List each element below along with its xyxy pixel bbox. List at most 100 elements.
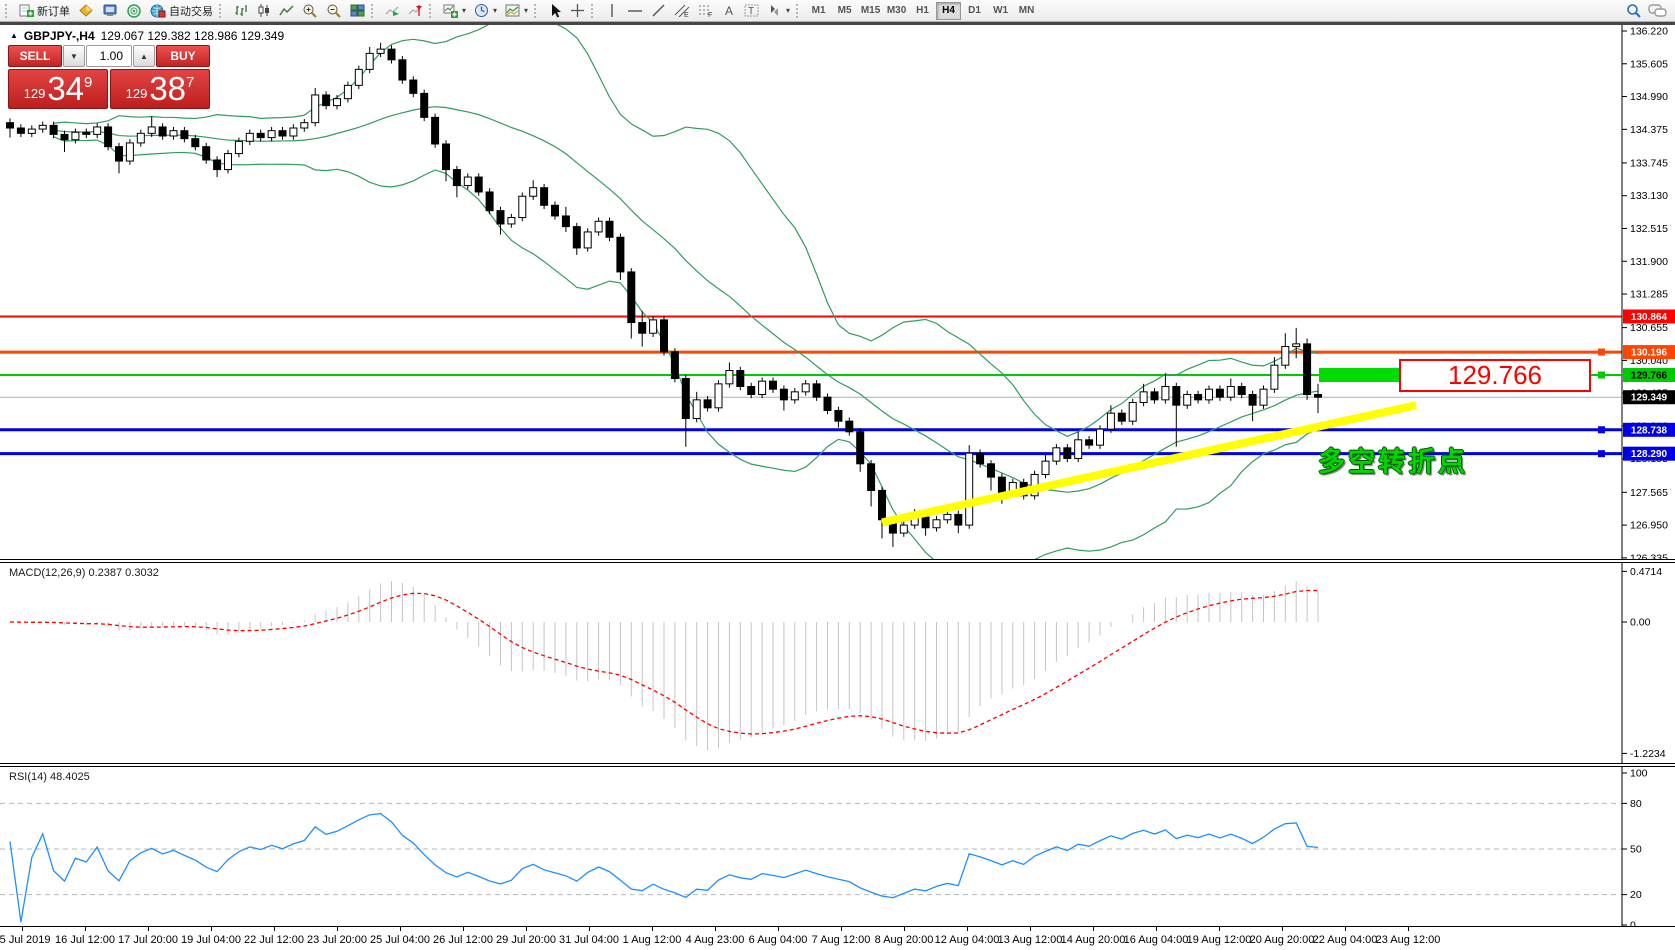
rsi-panel[interactable]: 1008050200: [0, 767, 1675, 926]
time-label: 23 Jul 20:00: [307, 934, 367, 946]
crosshair-button[interactable]: [566, 1, 589, 21]
arrows-button[interactable]: ▾: [763, 1, 794, 21]
tab-timeframe-m5[interactable]: M5: [832, 2, 857, 20]
buy-button[interactable]: BUY: [156, 45, 210, 67]
chevron-down-icon: ▾: [493, 6, 497, 15]
tab-timeframe-h4[interactable]: H4: [936, 2, 961, 20]
svg-text:136.220: 136.220: [1630, 26, 1668, 38]
time-label: 12 Aug 04:00: [935, 934, 1000, 946]
autotrading-button[interactable]: 自动交易: [146, 1, 217, 21]
panel-separator[interactable]: [0, 559, 1675, 563]
trendline-button[interactable]: [647, 1, 670, 21]
volume-increase-button[interactable]: ▲: [133, 45, 155, 67]
tile-windows-icon: [350, 3, 365, 18]
time-label: 29 Jul 20:00: [496, 934, 556, 946]
text-button[interactable]: A: [718, 1, 740, 21]
tab-timeframe-m30[interactable]: M30: [884, 2, 909, 20]
svg-text:0.4714: 0.4714: [1630, 566, 1662, 578]
signals-button[interactable]: [122, 1, 146, 21]
turning-point-annotation[interactable]: 多空转折点: [1318, 440, 1468, 479]
sell-price-button[interactable]: 129 34 9: [8, 69, 108, 109]
svg-text:80: 80: [1630, 798, 1642, 810]
toolbar-grip: [591, 4, 597, 18]
macd-panel[interactable]: 0.47140.00-1.2234: [0, 563, 1675, 763]
toolbar-edge: [0, 22, 1675, 25]
rsi-value: 48.4025: [50, 771, 90, 783]
new-order-button[interactable]: 新订单: [15, 1, 74, 21]
time-tick: [526, 927, 527, 931]
svg-text:129.766: 129.766: [1631, 371, 1668, 382]
terminal-button[interactable]: [98, 1, 122, 21]
time-label: 15 Jul 2019: [0, 934, 50, 946]
price-callout-label[interactable]: 129.766: [1399, 359, 1591, 392]
templates-button[interactable]: ▾: [501, 1, 532, 21]
svg-text:130.196: 130.196: [1631, 348, 1668, 359]
cursor-button[interactable]: [544, 1, 566, 21]
time-tick: [211, 927, 212, 931]
text-icon: A: [723, 3, 736, 18]
panel-separator[interactable]: [0, 763, 1675, 767]
tab-timeframe-mn[interactable]: MN: [1014, 2, 1039, 20]
bar-chart-icon: [233, 3, 248, 18]
horizontal-line-button[interactable]: [623, 1, 647, 21]
autotrading-icon: [150, 3, 166, 18]
toolbar-grip: [429, 4, 435, 18]
svg-text:0.00: 0.00: [1630, 617, 1651, 629]
toolbar-grip: [5, 4, 11, 18]
tab-timeframe-d1[interactable]: D1: [962, 2, 987, 20]
buy-price-button[interactable]: 129 38 7: [110, 69, 210, 109]
macd-values: 0.2387 0.3032: [88, 567, 158, 579]
time-tick: [85, 927, 86, 931]
metaeditor-button[interactable]: [74, 1, 98, 21]
tab-timeframe-w1[interactable]: W1: [988, 2, 1013, 20]
collapse-icon[interactable]: ▲: [10, 32, 18, 40]
time-tick: [337, 927, 338, 931]
auto-scroll-button[interactable]: [381, 1, 404, 21]
time-label: 25 Jul 04:00: [370, 934, 430, 946]
chart-shift-button[interactable]: [404, 1, 427, 21]
toolbar-grip: [371, 4, 377, 18]
price-axis: 136.220135.605134.990134.375133.745133.1…: [1622, 26, 1668, 559]
line-chart-button[interactable]: [275, 1, 298, 21]
time-label: 6 Aug 04:00: [749, 934, 808, 946]
tile-windows-button[interactable]: [346, 1, 369, 21]
time-label: 16 Aug 04:00: [1124, 934, 1189, 946]
tab-timeframe-m1[interactable]: M1: [806, 2, 831, 20]
svg-text:E: E: [684, 12, 689, 18]
fibonacci-button[interactable]: F: [694, 1, 718, 21]
line-chart-icon: [279, 3, 294, 18]
vertical-line-button[interactable]: [601, 1, 623, 21]
time-label: 8 Aug 20:00: [875, 934, 934, 946]
macd-histogram: [10, 581, 1318, 750]
new-chart-button[interactable]: ▾: [439, 1, 470, 21]
tab-timeframe-h1[interactable]: H1: [910, 2, 935, 20]
time-tick: [22, 927, 23, 931]
time-axis[interactable]: 15 Jul 201916 Jul 12:0017 Jul 20:0019 Ju…: [0, 926, 1675, 950]
candlestick-chart-button[interactable]: [252, 1, 275, 21]
zoom-out-button[interactable]: [322, 1, 346, 21]
time-label: 22 Aug 04:00: [1313, 934, 1378, 946]
chat-icon[interactable]: [1648, 3, 1668, 19]
time-tick: [1282, 927, 1283, 931]
volume-input[interactable]: 1.00: [86, 45, 132, 67]
time-tick: [1093, 927, 1094, 931]
line-handle: [1598, 349, 1605, 356]
time-tick: [1030, 927, 1031, 931]
svg-text:130.864: 130.864: [1631, 312, 1668, 323]
bar-chart-button[interactable]: [229, 1, 252, 21]
volume-decrease-button[interactable]: ▼: [63, 45, 85, 67]
tab-timeframe-m15[interactable]: M15: [858, 2, 883, 20]
zoom-in-button[interactable]: [298, 1, 322, 21]
sell-button[interactable]: SELL: [8, 45, 62, 67]
template-chart-icon: [505, 3, 520, 18]
level-lines[interactable]: [0, 316, 1622, 453]
time-label: 26 Jul 12:00: [433, 934, 493, 946]
periods-button[interactable]: ▾: [470, 1, 501, 21]
autotrading-label: 自动交易: [169, 3, 213, 19]
time-label: 17 Jul 20:00: [118, 934, 178, 946]
text-label-button[interactable]: T: [740, 1, 763, 21]
equidistant-channel-button[interactable]: E: [670, 1, 694, 21]
search-icon[interactable]: [1626, 3, 1642, 19]
time-label: 23 Aug 12:00: [1376, 934, 1441, 946]
arrows-icon: [767, 3, 782, 18]
